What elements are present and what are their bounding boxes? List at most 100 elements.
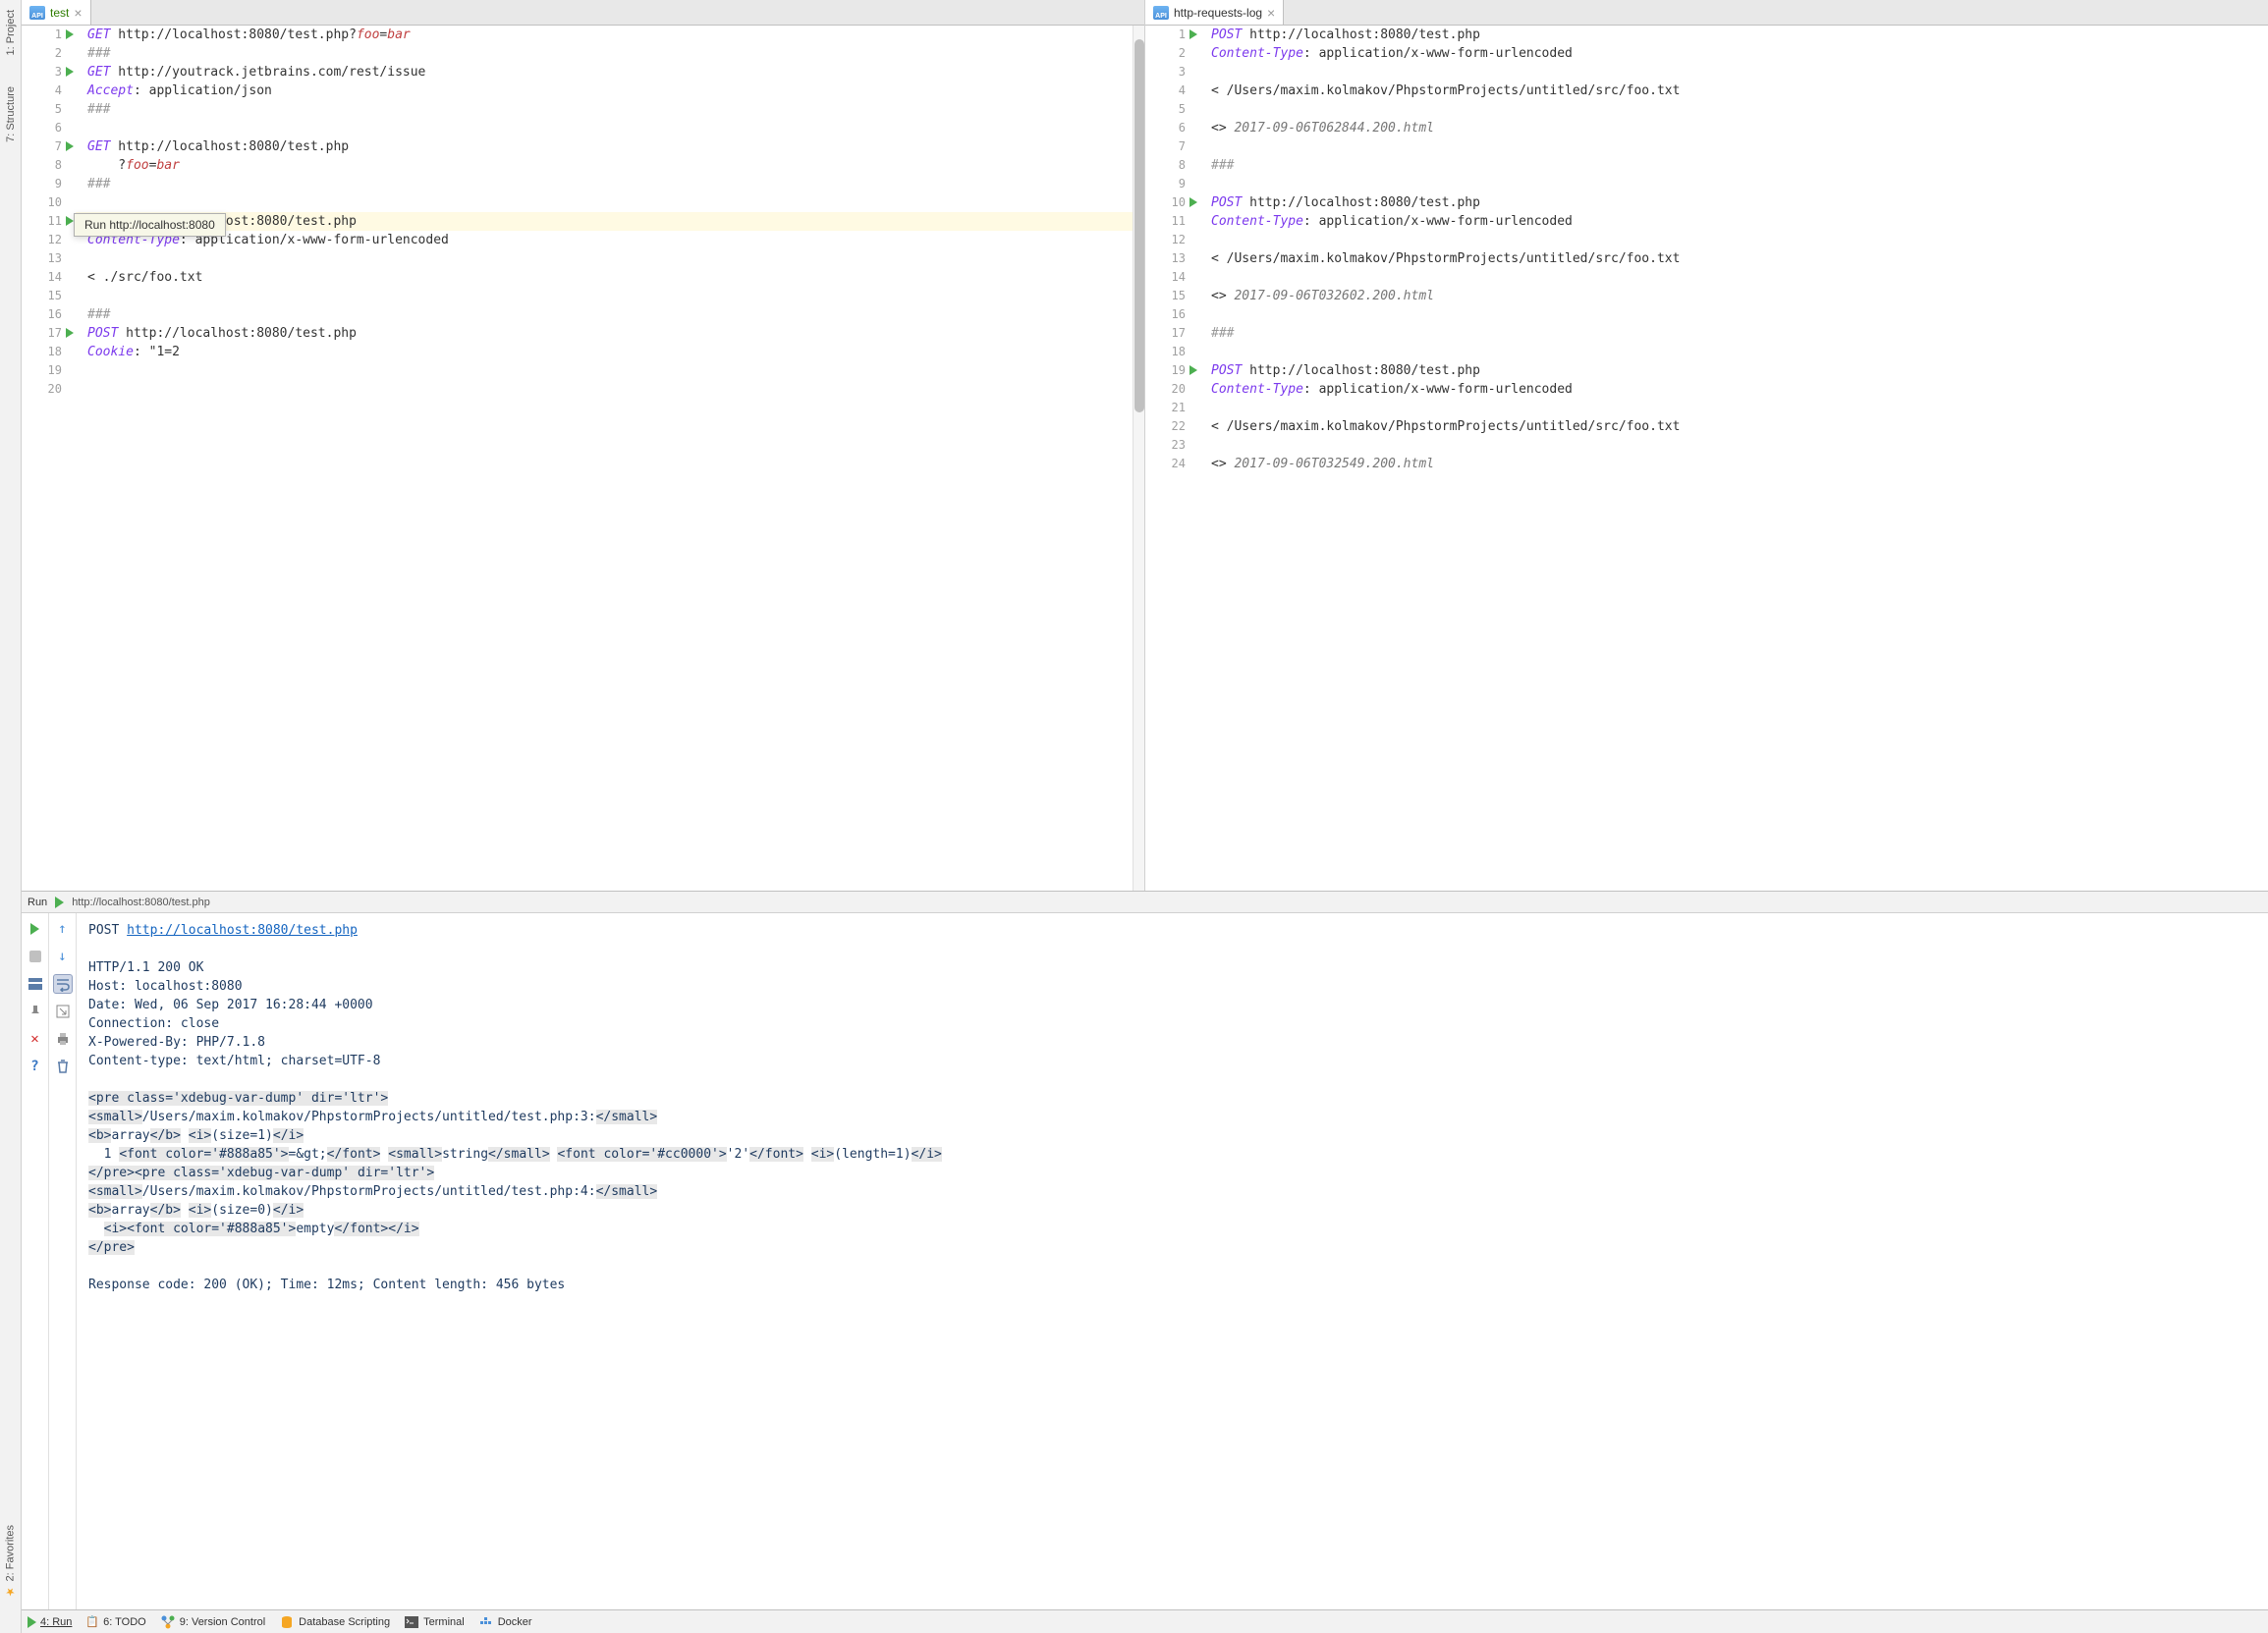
gutter-line: 2 — [1145, 44, 1199, 63]
tab-bar-right: http-requests-log × — [1145, 0, 2268, 26]
code-line[interactable] — [1199, 100, 2268, 119]
run-marker-icon[interactable] — [1189, 29, 1197, 39]
code-line[interactable]: ### — [76, 305, 1133, 324]
vcs-icon — [160, 1614, 176, 1630]
tab-label: test — [50, 6, 69, 20]
code-line[interactable]: Accept: application/json — [76, 82, 1133, 100]
wrap-button[interactable] — [53, 974, 73, 994]
play-icon — [28, 1616, 36, 1628]
code-line[interactable]: ### — [76, 175, 1133, 193]
close-button[interactable]: ✕ — [26, 1029, 45, 1049]
code-line[interactable]: < /Users/maxim.kolmakov/PhpstormProjects… — [1199, 82, 2268, 100]
run-marker-icon[interactable] — [66, 141, 74, 151]
code-line[interactable] — [76, 193, 1133, 212]
scrollbar[interactable] — [1133, 26, 1144, 891]
rerun-button[interactable] — [26, 919, 45, 939]
run-output[interactable]: POST http://localhost:8080/test.phpHTTP/… — [77, 913, 2268, 1609]
gutter-line: 5 — [1145, 100, 1199, 119]
layout-button[interactable] — [26, 974, 45, 994]
code-line[interactable] — [76, 380, 1133, 399]
code-line[interactable] — [76, 287, 1133, 305]
code-line[interactable]: POST http://localhost:8080/test.php — [1199, 26, 2268, 44]
code-line[interactable]: <> 2017-09-06T062844.200.html — [1199, 119, 2268, 137]
code-line[interactable]: Content-Type: application/x-www-form-url… — [76, 231, 1133, 249]
code-line[interactable]: GET http://localhost:8080/test.php?foo=b… — [76, 26, 1133, 44]
code-line[interactable]: ### — [1199, 156, 2268, 175]
down-button[interactable]: ↓ — [53, 947, 73, 966]
code-line[interactable] — [1199, 137, 2268, 156]
print-button[interactable] — [53, 1029, 73, 1049]
run-marker-icon[interactable] — [66, 67, 74, 77]
up-button[interactable]: ↑ — [53, 919, 73, 939]
tab-http-requests-log[interactable]: http-requests-log × — [1145, 0, 1284, 25]
code-line[interactable] — [1199, 268, 2268, 287]
sidebar-favorites[interactable]: ★ 2: Favorites — [2, 1519, 19, 1604]
code-line[interactable]: POST http://localhost:8080/test.php — [76, 324, 1133, 343]
scroll-button[interactable] — [53, 1002, 73, 1021]
gutter-line: 13 — [1145, 249, 1199, 268]
code-line[interactable]: <> 2017-09-06T032602.200.html — [1199, 287, 2268, 305]
code-line[interactable]: POST http://localhost:8080/test.php — [1199, 361, 2268, 380]
code-line[interactable]: GET http://youtrack.jetbrains.com/rest/i… — [76, 63, 1133, 82]
db-icon — [279, 1614, 295, 1630]
code-line[interactable] — [1199, 175, 2268, 193]
code-line[interactable]: Content-Type: application/x-www-form-url… — [1199, 380, 2268, 399]
code-line[interactable]: ?foo=bar — [76, 156, 1133, 175]
bottom-docker[interactable]: Docker — [478, 1614, 532, 1630]
sidebar-project[interactable]: 1: Project — [3, 4, 19, 61]
gutter-line: 2 — [22, 44, 76, 63]
code-line[interactable]: Content-Type: application/x-www-form-url… — [1199, 44, 2268, 63]
code-line[interactable] — [76, 361, 1133, 380]
code-line[interactable] — [1199, 399, 2268, 417]
code-line[interactable]: < /Users/maxim.kolmakov/PhpstormProjects… — [1199, 417, 2268, 436]
gutter-line: 21 — [1145, 399, 1199, 417]
bottom-run[interactable]: 4: Run — [28, 1616, 72, 1628]
code-line[interactable] — [1199, 63, 2268, 82]
code-line[interactable]: < /Users/maxim.kolmakov/PhpstormProjects… — [1199, 249, 2268, 268]
gutter-line: 17 — [1145, 324, 1199, 343]
run-marker-icon[interactable] — [66, 328, 74, 338]
sidebar-structure[interactable]: 7: Structure — [3, 81, 19, 148]
gutter-line: 18 — [1145, 343, 1199, 361]
close-icon[interactable]: × — [1267, 5, 1275, 21]
code-line[interactable] — [1199, 343, 2268, 361]
code-line[interactable]: <> 2017-09-06T032549.200.html — [1199, 455, 2268, 473]
code-line[interactable]: Cookie: "1=2 — [76, 343, 1133, 361]
gutter-line: 8 — [1145, 156, 1199, 175]
pin-button[interactable] — [26, 1002, 45, 1021]
code-line[interactable]: ### — [76, 100, 1133, 119]
bottom-todo[interactable]: 📋 6: TODO — [85, 1615, 145, 1628]
gutter-line: 17 — [22, 324, 76, 343]
code-line[interactable]: Content-Type: application/x-www-form-url… — [1199, 212, 2268, 231]
code-line[interactable] — [76, 249, 1133, 268]
code-line[interactable]: GET http://localhost:8080/test.php — [76, 137, 1133, 156]
gutter-line: 10 — [1145, 193, 1199, 212]
stop-button[interactable] — [26, 947, 45, 966]
tab-bar-left: test × — [22, 0, 1144, 26]
code-line[interactable] — [1199, 231, 2268, 249]
tab-test[interactable]: test × — [22, 0, 91, 25]
code-line[interactable] — [76, 119, 1133, 137]
run-marker-icon[interactable] — [1189, 365, 1197, 375]
help-button[interactable]: ? — [26, 1057, 45, 1076]
code-line[interactable]: ### — [1199, 324, 2268, 343]
code-line[interactable]: ### — [76, 44, 1133, 63]
run-marker-icon[interactable] — [66, 216, 74, 226]
run-marker-icon[interactable] — [1189, 197, 1197, 207]
close-icon[interactable]: × — [74, 5, 82, 21]
code-line[interactable] — [1199, 305, 2268, 324]
trash-button[interactable] — [53, 1057, 73, 1076]
run-panel-header: Run http://localhost:8080/test.php — [22, 892, 2268, 913]
gutter-line: 3 — [1145, 63, 1199, 82]
gutter-line: 9 — [22, 175, 76, 193]
bottom-db[interactable]: Database Scripting — [279, 1614, 390, 1630]
run-marker-icon[interactable] — [66, 29, 74, 39]
gutter-line: 15 — [1145, 287, 1199, 305]
code-line[interactable]: POST http://localhost:8080/test.php — [1199, 193, 2268, 212]
code-line[interactable]: POST http://localhost:8080/test.php — [76, 212, 1133, 231]
bottom-vcs[interactable]: 9: Version Control — [160, 1614, 265, 1630]
code-line[interactable]: < ./src/foo.txt — [76, 268, 1133, 287]
bottom-terminal[interactable]: Terminal — [404, 1614, 465, 1630]
code-line[interactable] — [1199, 436, 2268, 455]
gutter-line: 1 — [22, 26, 76, 44]
